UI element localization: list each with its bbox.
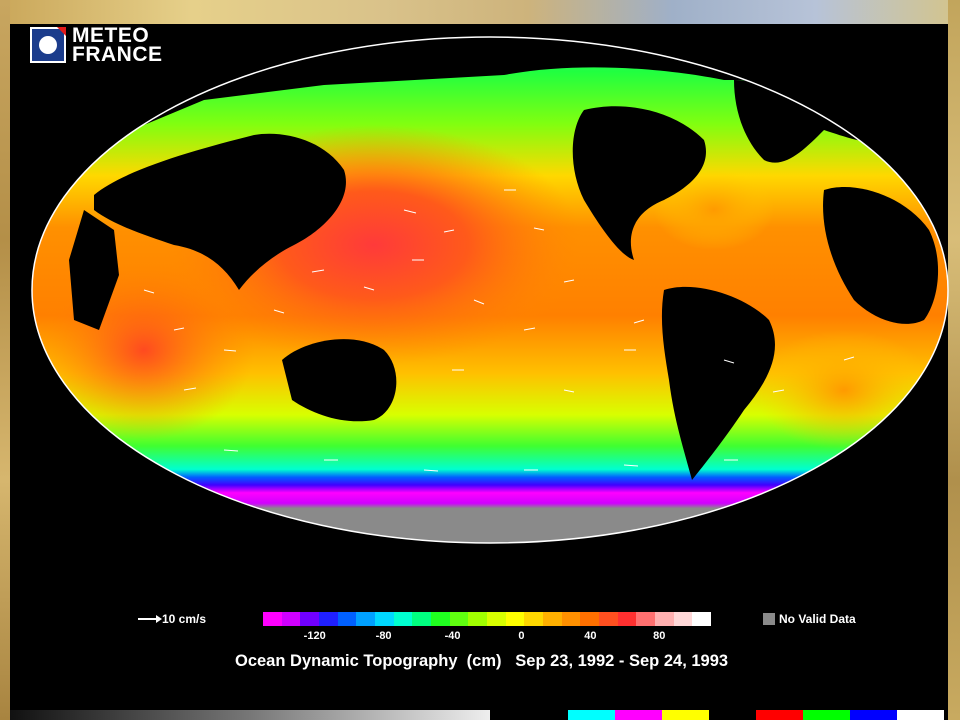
arrow-icon xyxy=(138,615,162,623)
colorbar-swatch xyxy=(561,612,581,626)
colorbar-swatch xyxy=(673,612,693,626)
colorbar-swatch xyxy=(431,612,450,626)
color-chip xyxy=(568,710,615,720)
world-map xyxy=(31,36,949,544)
colorbar-swatch xyxy=(599,612,618,626)
no-data-swatch xyxy=(763,613,775,625)
indian-ocean-high xyxy=(34,260,254,440)
colorbar-swatch xyxy=(524,612,544,626)
figure-caption: Ocean Dynamic Topography (cm) Sep 23, 19… xyxy=(235,652,728,671)
colorbar xyxy=(263,612,712,626)
colorbar-swatch xyxy=(337,612,357,626)
color-chip xyxy=(850,710,897,720)
colorbar-swatch xyxy=(393,612,413,626)
colorbar-swatch xyxy=(487,612,506,626)
colorbar-swatch xyxy=(636,612,656,626)
colorbar-swatch xyxy=(655,612,674,626)
colorbar-tick-label: -120 xyxy=(303,630,326,642)
colorbar-swatch xyxy=(319,612,338,626)
bottom-color-strip xyxy=(10,710,948,720)
colorbar-tick-label: 80 xyxy=(653,630,666,642)
colorbar-tick-label: 40 xyxy=(584,630,597,642)
color-chip xyxy=(662,710,709,720)
colorbar-swatch xyxy=(356,612,376,626)
colorbar-swatch xyxy=(300,612,320,626)
gray-ramp xyxy=(10,710,490,720)
colorbar-swatch xyxy=(412,612,432,626)
vector-key: 10 cm/s xyxy=(138,610,206,628)
top-decor-strip xyxy=(0,0,960,26)
colorbar-ticks: -120 -80 -40 0 40 80 xyxy=(263,630,711,644)
colorbar-tick-label: -40 xyxy=(444,630,461,642)
caption-period: Sep 23, 1992 - Sep 24, 1993 xyxy=(515,652,729,670)
colorbar-swatch xyxy=(375,612,394,626)
no-data-key: No Valid Data xyxy=(763,612,856,626)
strip-gap xyxy=(490,710,568,720)
color-chip xyxy=(615,710,662,720)
vector-key-label: 10 cm/s xyxy=(162,612,207,626)
color-chip xyxy=(897,710,944,720)
color-chip xyxy=(709,710,756,720)
colorbar-swatch xyxy=(263,612,282,626)
colorbar-swatch xyxy=(505,612,525,626)
colorbar-swatch xyxy=(580,612,600,626)
no-data-label: No Valid Data xyxy=(779,612,856,626)
colorbar-swatch xyxy=(617,612,637,626)
colorbar-swatch xyxy=(468,612,488,626)
color-chip xyxy=(803,710,850,720)
left-frame xyxy=(0,0,10,720)
colorbar-swatch xyxy=(281,612,301,626)
caption-title: Ocean Dynamic Topography (cm) xyxy=(235,652,502,670)
colorbar-swatch xyxy=(449,612,469,626)
colorbar-swatch xyxy=(692,612,712,626)
colorbar-tick-label: -80 xyxy=(375,630,392,642)
colorbar-swatch xyxy=(543,612,562,626)
color-chip xyxy=(756,710,803,720)
colorbar-tick-label: 0 xyxy=(518,630,525,642)
south-atlantic-high xyxy=(754,330,934,450)
